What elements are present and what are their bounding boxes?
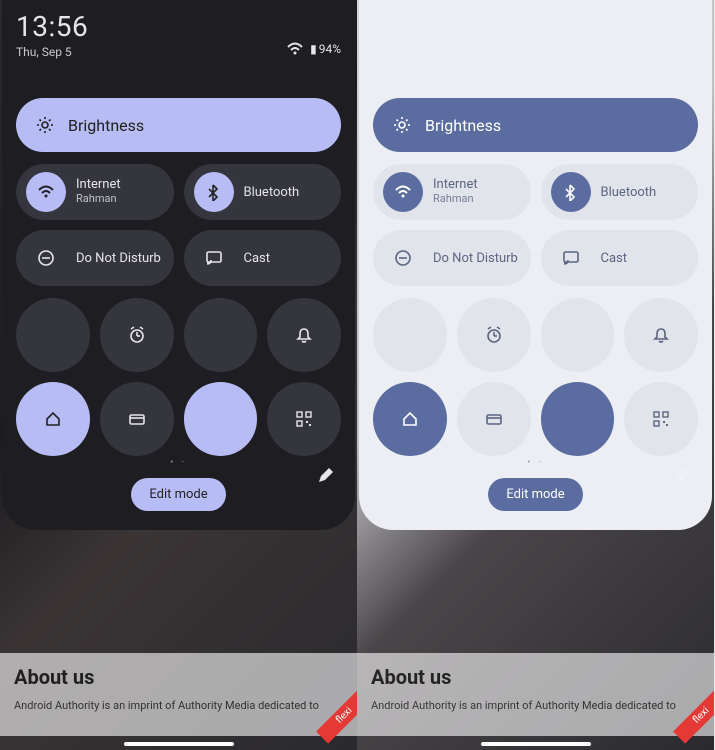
status-icons: 94% xyxy=(286,40,341,58)
tile-bluetooth-title: Bluetooth xyxy=(601,185,657,200)
round-tile-alarm[interactable] xyxy=(457,298,531,372)
clock-text: 13:56 xyxy=(373,10,445,43)
round-tile-wallet[interactable] xyxy=(100,382,174,456)
round-tile-alarm[interactable] xyxy=(100,298,174,372)
tile-dnd[interactable]: Do Not Disturb xyxy=(16,230,174,286)
bell-icon xyxy=(652,326,670,344)
round-tile-blank3[interactable] xyxy=(184,382,258,456)
bluetooth-icon xyxy=(205,183,223,201)
brightness-slider[interactable]: Brightness xyxy=(373,98,698,152)
round-tile-blank2[interactable] xyxy=(184,298,258,372)
cast-icon xyxy=(562,249,580,267)
phone-dark: 13:56 Thu, Sep 5 94% Brightness Internet… xyxy=(0,0,357,750)
clock-text: 13:56 xyxy=(16,10,88,43)
round-tile-home[interactable] xyxy=(16,382,90,456)
about-text: Android Authority is an imprint of Autho… xyxy=(371,699,700,712)
status-bar: 13:56 Thu, Sep 5 xyxy=(373,10,698,62)
home-icon xyxy=(401,410,419,428)
round-tiles xyxy=(16,298,341,456)
wifi-icon xyxy=(394,183,412,201)
clock-block: 13:56 Thu, Sep 5 xyxy=(16,10,88,59)
status-bar: 13:56 Thu, Sep 5 94% xyxy=(16,10,341,62)
home-indicator[interactable] xyxy=(124,742,234,746)
brightness-icon xyxy=(36,116,54,134)
tile-cast[interactable]: Cast xyxy=(184,230,342,286)
tile-dnd-title: Do Not Disturb xyxy=(433,251,518,266)
dnd-icon xyxy=(394,249,412,267)
about-heading: About us xyxy=(14,665,343,689)
brightness-icon xyxy=(393,116,411,134)
tile-internet-subtitle: Rahman xyxy=(76,193,121,206)
tile-cast[interactable]: Cast xyxy=(541,230,699,286)
brightness-label: Brightness xyxy=(68,116,144,135)
brightness-slider[interactable]: Brightness xyxy=(16,98,341,152)
edit-mode-button[interactable]: Edit mode xyxy=(131,478,225,511)
pencil-icon[interactable] xyxy=(674,466,692,488)
tile-internet[interactable]: Internet Rahman xyxy=(16,164,174,220)
edit-mode-button[interactable]: Edit mode xyxy=(488,478,582,511)
cast-icon xyxy=(205,249,223,267)
tile-cast-title: Cast xyxy=(601,251,628,266)
page-dots: • · xyxy=(373,458,698,468)
round-tile-home[interactable] xyxy=(373,382,447,456)
round-tile-ring[interactable] xyxy=(267,298,341,372)
date-text: Thu, Sep 5 xyxy=(16,45,88,59)
tile-internet-subtitle: Rahman xyxy=(433,193,478,206)
phone-light: 13:56 Thu, Sep 5 Brightness Internet Rah… xyxy=(357,0,714,750)
battery-status: 94% xyxy=(310,42,341,56)
card-icon xyxy=(128,410,146,428)
round-tile-blank2[interactable] xyxy=(541,298,615,372)
round-tile-qr[interactable] xyxy=(624,382,698,456)
alarm-icon xyxy=(128,326,146,344)
round-tile-wallet[interactable] xyxy=(457,382,531,456)
tile-bluetooth[interactable]: Bluetooth xyxy=(541,164,699,220)
tile-dnd[interactable]: Do Not Disturb xyxy=(373,230,531,286)
clock-block: 13:56 Thu, Sep 5 xyxy=(373,10,445,59)
bell-icon xyxy=(295,326,313,344)
tile-grid: Internet Rahman Bluetooth Do Not Disturb… xyxy=(16,164,341,286)
tile-grid: Internet Rahman Bluetooth Do Not Disturb… xyxy=(373,164,698,286)
about-card: About us Android Authority is an imprint… xyxy=(0,653,357,736)
qr-icon xyxy=(652,410,670,428)
about-card: About us Android Authority is an imprint… xyxy=(357,653,714,736)
round-tile-qr[interactable] xyxy=(267,382,341,456)
panel-footer: • · Edit mode xyxy=(16,472,341,518)
dnd-icon xyxy=(37,249,55,267)
about-text: Android Authority is an imprint of Autho… xyxy=(14,699,343,712)
round-tile-ring[interactable] xyxy=(624,298,698,372)
brightness-label: Brightness xyxy=(425,116,501,135)
qr-icon xyxy=(295,410,313,428)
round-tile-blank1[interactable] xyxy=(373,298,447,372)
page-dots: • · xyxy=(16,458,341,468)
bluetooth-icon xyxy=(562,183,580,201)
quick-settings-panel: 13:56 Thu, Sep 5 94% Brightness Internet… xyxy=(2,0,355,530)
tile-cast-title: Cast xyxy=(244,251,271,266)
alarm-icon xyxy=(485,326,503,344)
tile-internet[interactable]: Internet Rahman xyxy=(373,164,531,220)
round-tiles xyxy=(373,298,698,456)
home-icon xyxy=(44,410,62,428)
panel-footer: • · Edit mode xyxy=(373,472,698,518)
tile-dnd-title: Do Not Disturb xyxy=(76,251,161,266)
about-heading: About us xyxy=(371,665,700,689)
tile-bluetooth-title: Bluetooth xyxy=(244,185,300,200)
round-tile-blank1[interactable] xyxy=(16,298,90,372)
date-text: Thu, Sep 5 xyxy=(373,45,445,59)
round-tile-blank3[interactable] xyxy=(541,382,615,456)
tile-internet-title: Internet xyxy=(433,178,478,193)
card-icon xyxy=(485,410,503,428)
pencil-icon[interactable] xyxy=(317,466,335,488)
home-indicator[interactable] xyxy=(481,742,591,746)
wifi-icon xyxy=(37,183,55,201)
tile-internet-title: Internet xyxy=(76,178,121,193)
wifi-status-icon xyxy=(286,40,304,58)
quick-settings-panel: 13:56 Thu, Sep 5 Brightness Internet Rah… xyxy=(359,0,712,530)
tile-bluetooth[interactable]: Bluetooth xyxy=(184,164,342,220)
